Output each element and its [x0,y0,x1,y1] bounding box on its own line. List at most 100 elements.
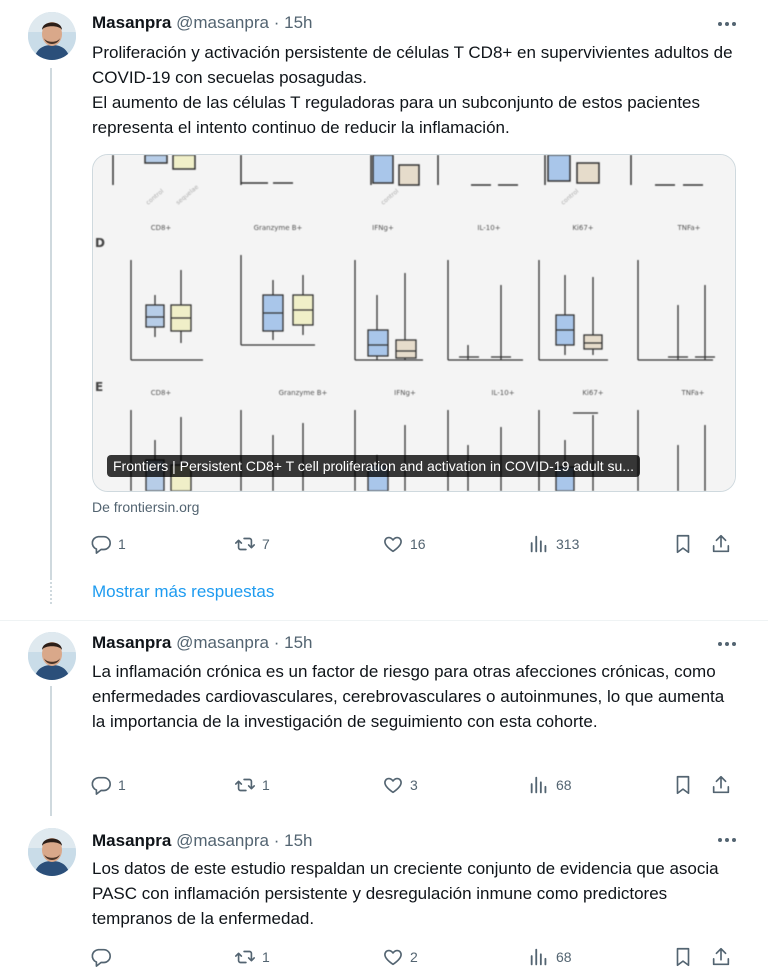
avatar[interactable] [28,12,76,60]
like-button[interactable]: 16 [382,533,426,555]
panel-title: TNFa+ [680,389,704,397]
divider [0,620,768,621]
panel-title: IFNg+ [372,224,394,232]
author-name[interactable]: Masanpra [92,633,171,652]
author-handle[interactable]: @masanpra [176,633,269,652]
card-source[interactable]: De frontiersin.org [92,499,199,515]
timestamp[interactable]: 15h [284,831,312,850]
tweet-header: Masanpra @masanpra · 15h [92,12,312,34]
tweet-paragraph: Proliferación y activación persistente d… [92,43,733,87]
like-button[interactable]: 3 [382,774,418,796]
header-separator: · [273,831,280,850]
avatar[interactable] [28,828,76,876]
more-icon[interactable] [714,14,740,34]
like-count: 2 [410,949,418,965]
views-button[interactable]: 313 [528,533,579,555]
tweet-text: La inflamación crónica es un factor de r… [92,659,742,734]
views-button[interactable]: 68 [528,946,572,968]
panel-title: CD8+ [151,224,172,232]
like-count: 16 [410,536,426,552]
panel-title: Granzyme B+ [279,389,328,397]
repost-button[interactable]: 1 [234,774,270,796]
repost-count: 1 [262,777,270,793]
tweet-text: Proliferación y activación persistente d… [92,40,742,140]
like-count: 3 [410,777,418,793]
views-count: 68 [556,949,572,965]
bookmark-button[interactable] [672,946,694,968]
panel-title: CD8+ [151,389,172,397]
thread-line [50,686,52,816]
views-icon [530,948,547,966]
reply-icon [91,535,111,554]
views-icon [530,535,547,553]
repost-count: 1 [262,949,270,965]
more-icon[interactable] [714,634,740,654]
timestamp[interactable]: 15h [284,633,312,652]
thread-line [50,68,52,578]
like-icon [384,777,402,794]
author-name[interactable]: Masanpra [92,13,171,32]
tweet-header: Masanpra @masanpra · 15h [92,632,312,654]
panel-letter: E [95,380,103,394]
bookmark-button[interactable] [672,533,694,555]
tweet-paragraph: La inflamación crónica es un factor de r… [92,662,725,731]
repost-button[interactable]: 7 [234,533,270,555]
tweet-actions: 1 2 68 [90,946,740,970]
repost-icon [235,950,255,964]
author-handle[interactable]: @masanpra [176,13,269,32]
avatar[interactable] [28,632,76,680]
reply-button[interactable]: 1 [90,533,126,555]
tweet-paragraph: El aumento de las células T reguladoras … [92,93,700,137]
share-icon [712,775,730,794]
panel-title: Ki67+ [582,389,603,397]
views-button[interactable]: 68 [528,774,572,796]
panel-title: Ki67+ [572,224,593,232]
like-icon [384,949,402,966]
panel-title: IL-10+ [491,389,514,397]
reply-icon [91,948,111,967]
card-image: control sequelae control control D CD8+ … [93,155,735,491]
header-separator: · [273,633,280,652]
share-icon [712,947,730,966]
thread-line-dotted [50,578,52,606]
share-button[interactable] [710,774,732,796]
reply-icon [91,776,111,795]
panel-title: TNFa+ [676,224,700,232]
card-caption[interactable]: Frontiers | Persistent CD8+ T cell proli… [107,455,640,477]
reply-button[interactable]: 1 [90,774,126,796]
repost-button[interactable]: 1 [234,946,270,968]
reply-button[interactable] [90,946,118,968]
panel-title: IL-10+ [477,224,500,232]
like-icon [384,536,402,553]
bookmark-icon [676,947,690,967]
share-button[interactable] [710,946,732,968]
reply-count: 1 [118,536,126,552]
more-icon[interactable] [714,830,740,850]
views-count: 313 [556,536,580,552]
panel-letter: D [95,236,105,250]
show-more-replies-link[interactable]: Mostrar más respuestas [92,582,274,602]
tweet-paragraph: Los datos de este estudio respaldan un c… [92,859,719,928]
panel-title: Granzyme B+ [254,224,303,232]
tweet-text: Los datos de este estudio respaldan un c… [92,856,742,931]
reply-count: 1 [118,777,126,793]
bookmark-icon [676,775,690,795]
tweet-header: Masanpra @masanpra · 15h [92,830,312,852]
bookmark-button[interactable] [672,774,694,796]
views-icon [530,776,547,794]
link-card[interactable]: control sequelae control control D CD8+ … [92,154,736,492]
like-button[interactable]: 2 [382,946,418,968]
share-icon [712,534,730,553]
repost-icon [235,778,255,792]
views-count: 68 [556,777,572,793]
repost-count: 7 [262,536,270,552]
tweet-actions: 1 1 3 68 [90,774,740,798]
share-button[interactable] [710,533,732,555]
author-name[interactable]: Masanpra [92,831,171,850]
tweet-actions: 1 7 16 313 [90,533,740,557]
panel-title: IFNg+ [394,389,416,397]
timestamp[interactable]: 15h [284,13,312,32]
header-separator: · [273,13,280,32]
author-handle[interactable]: @masanpra [176,831,269,850]
bookmark-icon [676,534,690,554]
